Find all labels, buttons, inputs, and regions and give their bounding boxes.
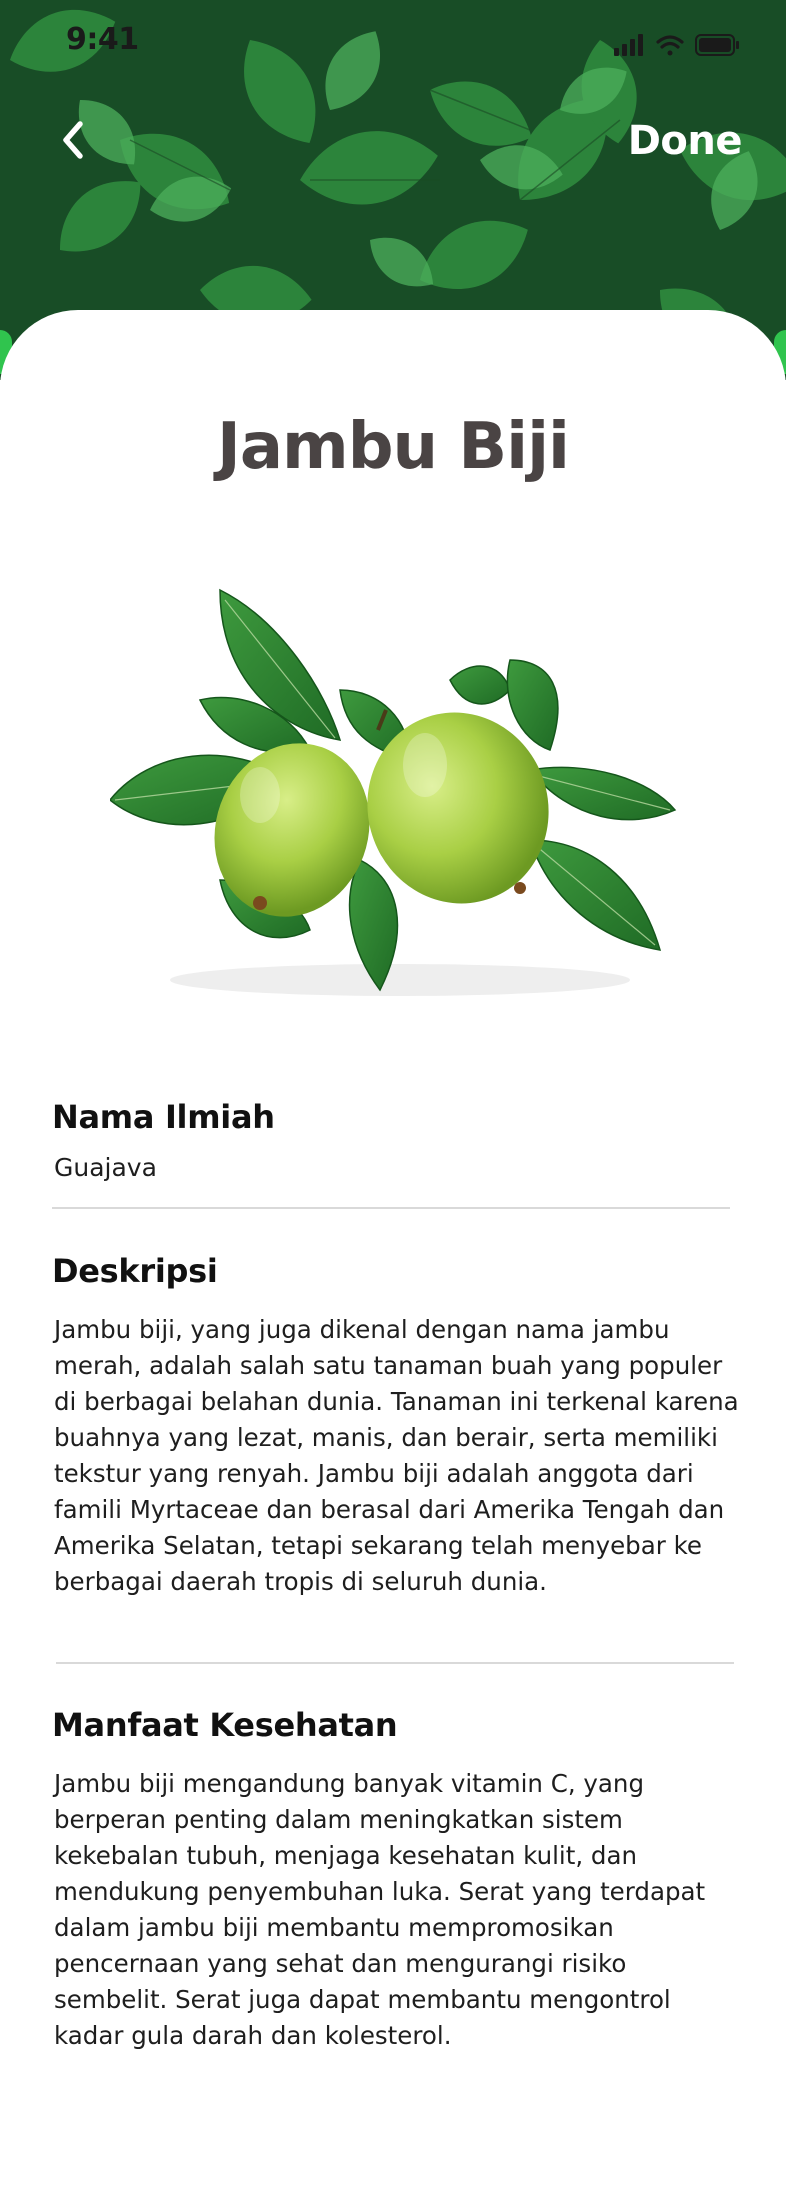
health-benefits-text: Jambu biji mengandung banyak vitamin C, … bbox=[54, 1769, 706, 2050]
scientific-name-value: Guajava bbox=[54, 1153, 157, 1182]
status-bar: 9:41 bbox=[0, 0, 786, 80]
back-button[interactable] bbox=[44, 112, 100, 168]
wifi-icon bbox=[656, 35, 684, 56]
section-heading-deskripsi: Deskripsi bbox=[52, 1252, 218, 1290]
plant-image bbox=[110, 588, 677, 996]
plant-title: Jambu Biji bbox=[217, 410, 570, 484]
section-heading-manfaat-kesehatan: Manfaat Kesehatan bbox=[52, 1706, 398, 1744]
section-heading-nama-ilmiah: Nama Ilmiah bbox=[52, 1098, 275, 1136]
done-button[interactable]: Done bbox=[628, 118, 743, 178]
description-text: Jambu biji, yang juga dikenal dengan nam… bbox=[54, 1315, 739, 1596]
status-icons bbox=[614, 34, 739, 56]
divider bbox=[52, 1207, 730, 1209]
signal-icon bbox=[614, 34, 643, 56]
chevron-left-icon bbox=[63, 121, 83, 159]
divider bbox=[56, 1662, 734, 1664]
status-time: 9:41 bbox=[66, 22, 139, 57]
battery-icon bbox=[695, 34, 739, 56]
